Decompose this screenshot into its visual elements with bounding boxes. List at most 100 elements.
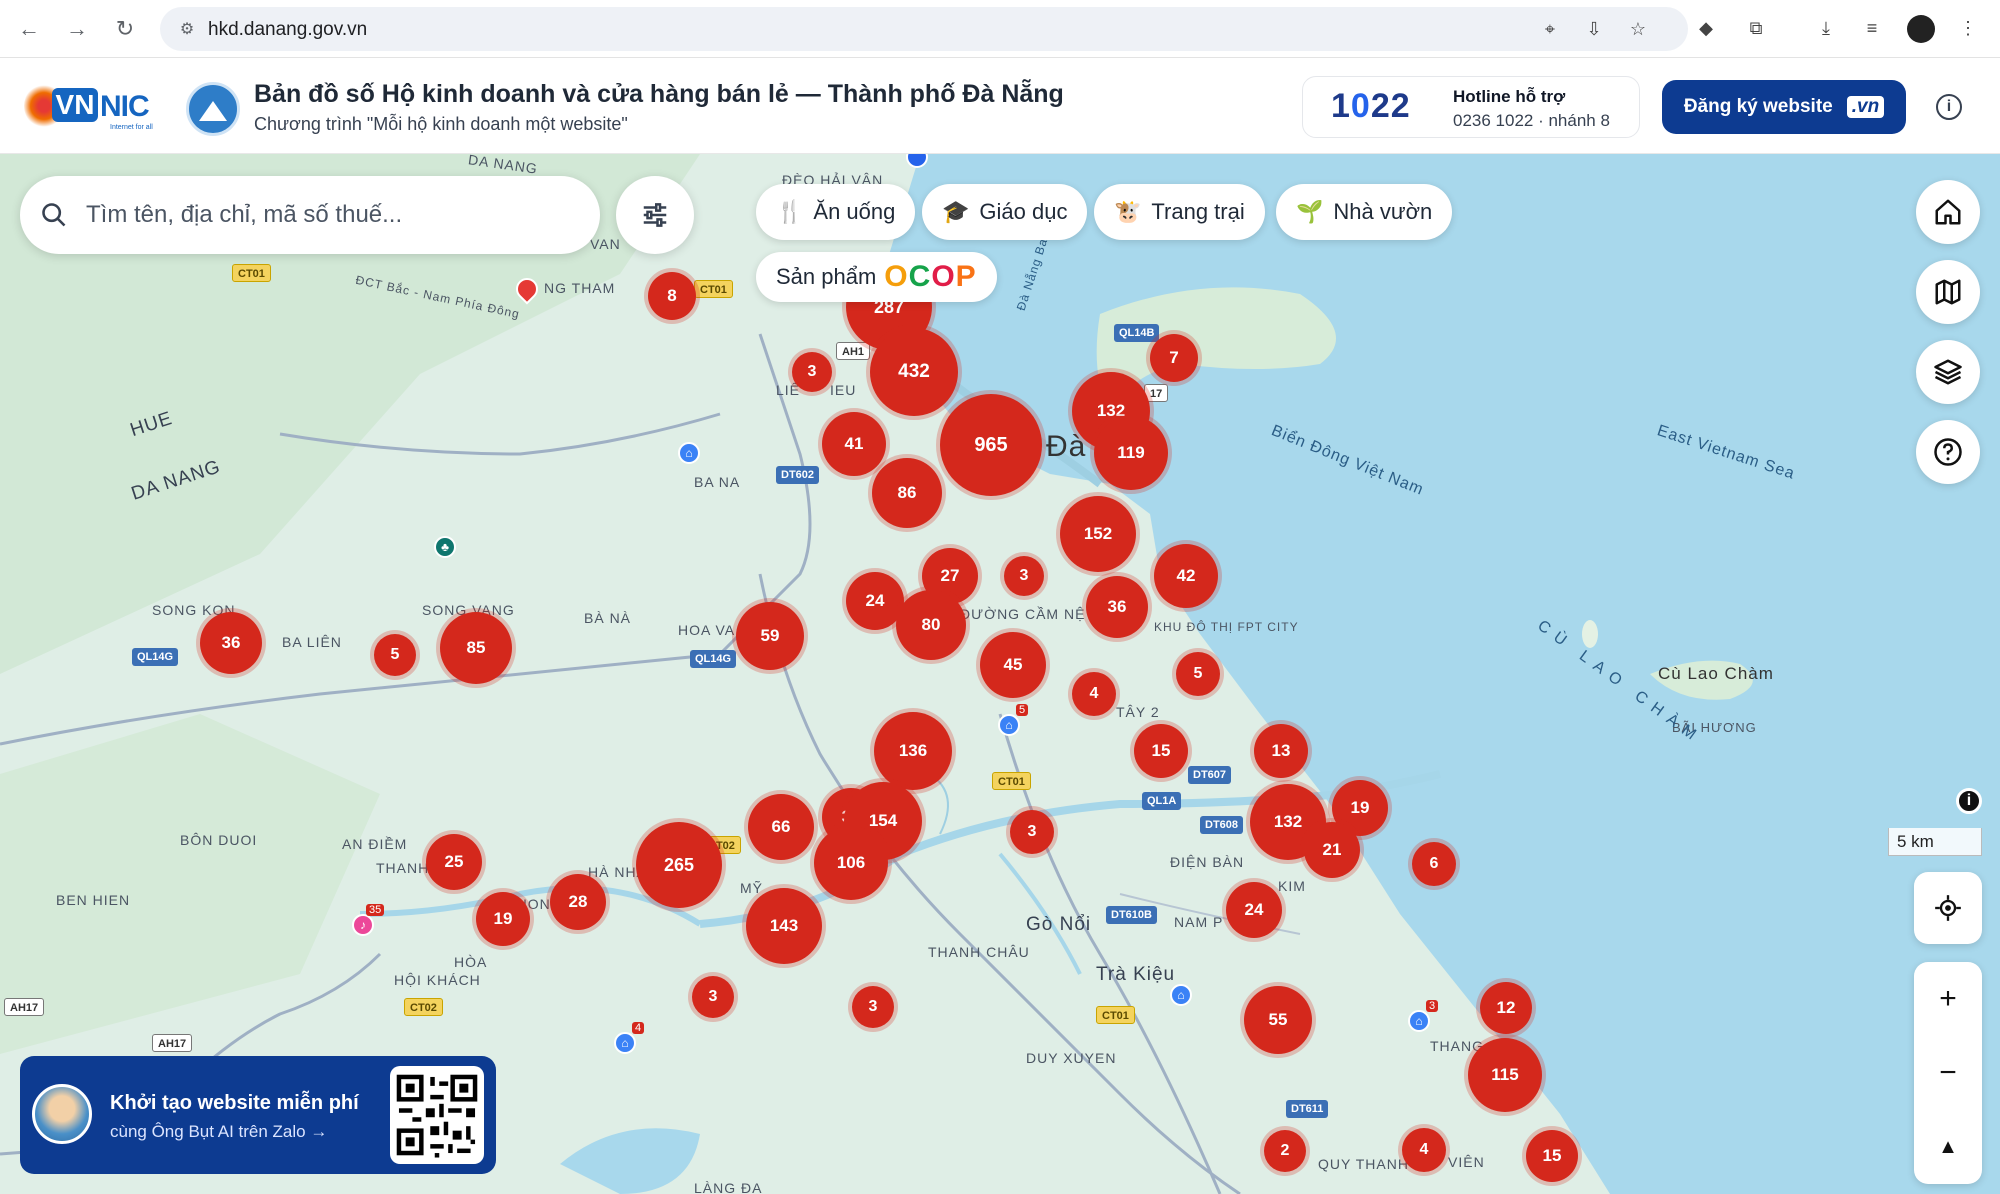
music-marker-icon[interactable]: ♪ <box>352 914 374 936</box>
search-input[interactable] <box>86 194 566 236</box>
zoom-out-button[interactable]: − <box>1914 1036 1982 1110</box>
cluster-marker[interactable]: 25 <box>426 834 482 890</box>
cluster-marker[interactable]: 3 <box>852 986 894 1028</box>
cluster-marker[interactable]: 36 <box>1086 576 1148 638</box>
shop-marker-icon[interactable]: ⌂ <box>678 442 700 464</box>
cluster-marker[interactable]: 41 <box>822 412 886 476</box>
cluster-marker[interactable]: 5 <box>374 634 416 676</box>
cluster-marker[interactable]: 7 <box>1150 334 1198 382</box>
chip-food[interactable]: 🍴 Ăn uống <box>756 184 916 240</box>
road-tag: DT607 <box>1188 766 1232 784</box>
cluster-marker[interactable]: 36 <box>200 612 262 674</box>
cluster-marker[interactable]: 3 <box>1004 556 1044 596</box>
cluster-marker[interactable]: 21 <box>1304 822 1360 878</box>
zoom-in-button[interactable]: + <box>1914 962 1982 1036</box>
cluster-marker[interactable]: 86 <box>872 458 942 528</box>
zalo-promo-card[interactable]: Khởi tạo website miễn phí cùng Ông Bụt A… <box>20 1056 496 1174</box>
chip-education[interactable]: 🎓 Giáo dục <box>922 184 1088 240</box>
help-button[interactable] <box>1916 420 1980 484</box>
chip-farm[interactable]: 🐮 Trang trại <box>1094 184 1265 240</box>
road-tag: CT01 <box>694 280 733 298</box>
chip-garden[interactable]: 🌱 Nhà vườn <box>1276 184 1453 240</box>
park-marker-icon[interactable]: ♣ <box>434 536 456 558</box>
layers-button[interactable] <box>1916 340 1980 404</box>
cluster-marker[interactable]: 42 <box>1154 544 1218 608</box>
cluster-marker[interactable]: 15 <box>1526 1130 1578 1182</box>
reload-icon[interactable]: ↻ <box>108 12 142 46</box>
address-bar[interactable]: ⚙ hkd.danang.gov.vn ⌖ ⇩ ☆ <box>160 7 1688 51</box>
map-canvas[interactable]: ĐÈO HẢI VÂN DA NANG NG THAM ĐCT Bắc - Na… <box>0 154 2000 1194</box>
attribution-info-icon[interactable]: i <box>1956 788 1982 814</box>
search-bar[interactable] <box>20 176 600 254</box>
map-label: HOA VA <box>678 622 736 638</box>
cluster-marker[interactable]: 115 <box>1468 1038 1542 1112</box>
back-icon[interactable]: ← <box>12 12 46 46</box>
shop-marker-icon[interactable]: ⌂ <box>998 714 1020 736</box>
cluster-marker[interactable]: 965 <box>940 394 1042 496</box>
install-app-icon[interactable]: ⇩ <box>1582 17 1606 41</box>
profile-avatar[interactable] <box>1907 15 1935 43</box>
map-label: BA NA <box>694 474 741 490</box>
cluster-marker[interactable]: 3 <box>792 352 832 392</box>
shop-marker-icon[interactable]: ⌂ <box>1408 1010 1430 1032</box>
road-tag: DT610B <box>1106 906 1157 924</box>
cluster-marker[interactable]: 24 <box>1226 882 1282 938</box>
location-off-icon[interactable]: ⌖ <box>1538 17 1562 41</box>
app-root: ← → ↻ ⚙ hkd.danang.gov.vn ⌖ ⇩ ☆ ◆ ⧉ ⤓ ≡ … <box>0 0 2000 1194</box>
cluster-marker[interactable]: 6 <box>1412 842 1456 886</box>
cluster-marker[interactable]: 66 <box>748 794 814 860</box>
cluster-marker[interactable]: 59 <box>736 602 804 670</box>
cluster-marker[interactable]: 12 <box>1480 982 1532 1034</box>
cluster-marker[interactable]: 8 <box>648 272 696 320</box>
cluster-marker[interactable]: 55 <box>1244 986 1312 1054</box>
media-controls-icon[interactable]: ≡ <box>1858 14 1886 42</box>
extension-sq-icon[interactable]: ◆ <box>1692 14 1720 42</box>
cluster-marker[interactable]: 152 <box>1060 496 1136 572</box>
map-label: VIÊN <box>1448 1154 1485 1170</box>
cluster-marker[interactable]: 4 <box>1072 672 1116 716</box>
hotline-digit-0: 0 <box>1350 87 1371 125</box>
cluster-marker[interactable]: 136 <box>874 712 952 790</box>
shop-marker-icon[interactable]: ⌂ <box>614 1032 636 1054</box>
cluster-marker[interactable]: 432 <box>870 328 958 416</box>
info-icon[interactable]: i <box>1936 94 1962 120</box>
app-header: VN NIC Internet for all Bản đồ số Hộ kin… <box>0 58 2000 154</box>
browser-menu-icon[interactable]: ⋮ <box>1954 14 1982 42</box>
cluster-marker[interactable]: 2 <box>1264 1130 1306 1172</box>
locate-me-button[interactable] <box>1914 872 1982 944</box>
cluster-marker[interactable]: 5 <box>1176 652 1220 696</box>
map-label: AN ĐIỀM <box>342 836 408 852</box>
farm-icon: 🐮 <box>1114 199 1142 224</box>
cluster-marker[interactable]: 3 <box>692 976 734 1018</box>
filter-button[interactable] <box>616 176 694 254</box>
cluster-marker[interactable]: 15 <box>1134 724 1188 778</box>
forward-icon[interactable]: → <box>60 12 94 46</box>
site-settings-icon[interactable]: ⚙ <box>176 18 198 40</box>
shop-marker-icon[interactable]: ⌂ <box>1170 984 1192 1006</box>
cluster-marker[interactable]: 143 <box>746 888 822 964</box>
cluster-marker[interactable]: 45 <box>980 632 1046 698</box>
downloads-icon[interactable]: ⤓ <box>1812 14 1840 42</box>
cluster-marker[interactable]: 106 <box>814 826 888 900</box>
hotline-card[interactable]: 1022 Hotline hỗ trợ 0236 1022 · nhánh 8 <box>1302 76 1640 138</box>
url-text[interactable]: hkd.danang.gov.vn <box>208 19 367 41</box>
cluster-marker[interactable]: 4 <box>1402 1128 1446 1172</box>
chip-ocop[interactable]: Sản phẩm OCOP <box>756 252 997 302</box>
home-button[interactable] <box>1916 180 1980 244</box>
qr-code-icon <box>396 1074 478 1158</box>
vnnic-logo[interactable]: VN NIC Internet for all <box>24 80 164 132</box>
cluster-marker[interactable]: 85 <box>440 612 512 684</box>
cluster-marker[interactable]: 28 <box>550 874 606 930</box>
map-view-button[interactable] <box>1916 260 1980 324</box>
cluster-marker[interactable]: 13 <box>1254 724 1308 778</box>
cluster-marker[interactable]: 19 <box>476 892 530 946</box>
cluster-marker[interactable]: 80 <box>896 590 966 660</box>
cluster-marker[interactable]: 3 <box>1010 810 1054 854</box>
compass-north-icon[interactable]: ▲ <box>1914 1110 1982 1184</box>
bookmark-star-icon[interactable]: ☆ <box>1626 17 1650 41</box>
promo-subtitle[interactable]: cùng Ông Bụt AI trên Zalo → <box>110 1122 327 1142</box>
extensions-puzzle-icon[interactable]: ⧉ <box>1742 14 1770 42</box>
cluster-marker[interactable]: 265 <box>636 822 722 908</box>
register-website-button[interactable]: Đăng ký website .vn <box>1662 80 1906 134</box>
cluster-marker[interactable]: 119 <box>1094 416 1168 490</box>
